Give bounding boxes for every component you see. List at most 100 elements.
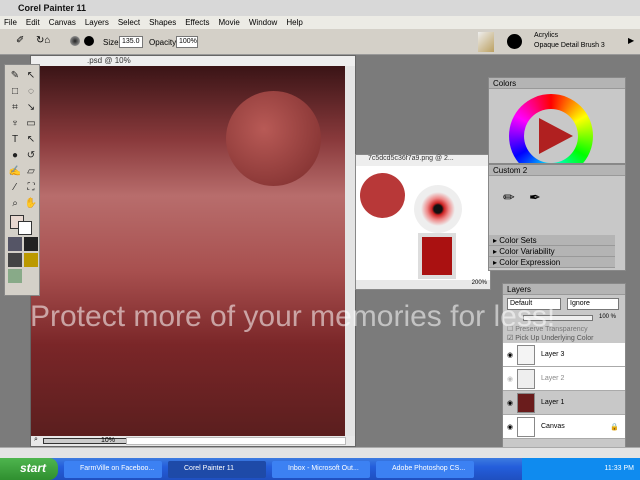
lock-icon: 🔒 xyxy=(610,423,619,431)
menu-movie[interactable]: Movie xyxy=(219,18,240,27)
brush-menu-arrow-icon[interactable]: ▶ xyxy=(628,36,634,45)
gradient-selector-icon[interactable] xyxy=(24,237,38,251)
custom-panel-title: Custom 2 xyxy=(489,165,625,176)
eyedropper-icon[interactable]: ⁄ xyxy=(8,181,22,195)
dodge-icon[interactable]: ● xyxy=(8,149,22,163)
layers-panel-title: Layers xyxy=(503,284,625,295)
menu-effects[interactable]: Effects xyxy=(185,18,209,27)
paper-selector-icon[interactable] xyxy=(8,237,22,251)
rect-select-icon[interactable]: □ xyxy=(8,85,22,99)
eraser-reset-icon[interactable]: ✐ xyxy=(16,35,24,46)
document-window: .psd @ 10% ⌕ 10% xyxy=(30,55,356,447)
task-photoshop[interactable]: Adobe Photoshop CS... xyxy=(376,460,474,478)
zoom-icon[interactable]: ⌕ xyxy=(34,436,38,444)
composite-depth-select[interactable]: Ignore xyxy=(567,298,619,310)
watermark: Protect more of your memories for less! xyxy=(30,300,556,333)
rect-shape-icon[interactable]: ▭ xyxy=(24,117,38,131)
property-bar: ✐ ↻⌂ Size: 135.0 Opacity: 100% Acrylics … xyxy=(0,29,640,55)
zoom-slider[interactable] xyxy=(43,438,129,444)
eye-icon[interactable]: ◉ xyxy=(503,399,517,407)
reference-status-bar: 200% xyxy=(356,280,490,289)
crop-icon[interactable]: ⌗ xyxy=(8,101,22,115)
layer-row[interactable]: ◉ Canvas 🔒 xyxy=(503,415,625,439)
grabber-icon[interactable]: ✋ xyxy=(24,197,38,211)
layer-row[interactable]: ◉ Layer 3 xyxy=(503,343,625,367)
menu-window[interactable]: Window xyxy=(249,18,277,27)
menu-edit[interactable]: Edit xyxy=(26,18,40,27)
title-bar: Corel Painter 11 xyxy=(0,0,640,16)
character-body-image xyxy=(418,233,456,279)
color-swatches[interactable] xyxy=(8,213,38,235)
menu-canvas[interactable]: Canvas xyxy=(49,18,76,27)
stroke-type-icon[interactable]: ↻⌂ xyxy=(36,35,50,46)
app-title: Corel Painter 11 xyxy=(18,3,87,13)
task-inbox[interactable]: Inbox - Microsoft Out... xyxy=(272,460,370,478)
section-color-expression[interactable]: ▸ Color Expression xyxy=(489,257,615,268)
toolbox: ✎ ↖ □ ◌ ⌗ ↘ ♆ ▭ T ↖ ● ↺ ✍ ▱ ⁄ ⛶ ⌕ ✋ xyxy=(4,64,40,296)
workspace-scrollbar[interactable] xyxy=(0,447,640,458)
painting-canvas[interactable] xyxy=(31,66,347,438)
red-moon-image xyxy=(360,173,405,218)
dropper-icon[interactable]: ✍ xyxy=(8,165,22,179)
custom-palette-panel: Custom 2 ✏ ✒ ▸ Color Sets ▸ Color Variab… xyxy=(488,164,626,271)
size-input[interactable]: 135.0 xyxy=(119,36,143,48)
vertical-scrollbar[interactable] xyxy=(345,66,355,438)
nozzle-selector-icon[interactable] xyxy=(24,253,38,267)
opacity-input[interactable]: 100% xyxy=(176,36,198,48)
zoom-value: 10% xyxy=(101,437,116,444)
paint-bucket-icon[interactable]: ⛶ xyxy=(24,181,38,195)
layer-row-selected[interactable]: ◉ Layer 1 xyxy=(503,391,625,415)
menu-layers[interactable]: Layers xyxy=(85,18,109,27)
layer-row[interactable]: ◉ Layer 2 xyxy=(503,367,625,391)
text-tool-icon[interactable]: T xyxy=(8,133,22,147)
eye-icon[interactable]: ◉ xyxy=(503,351,517,359)
layer-adjuster-icon[interactable]: ↖ xyxy=(24,69,38,83)
taskbar: start FarmVille on Faceboo... Corel Pain… xyxy=(0,458,640,480)
menu-file[interactable]: File xyxy=(4,18,17,27)
clock: 11:33 PM xyxy=(604,465,634,472)
transform-icon[interactable]: ↘ xyxy=(24,101,38,115)
shape-select-icon[interactable]: ↖ xyxy=(24,133,38,147)
layer-list: ◉ Layer 3 ◉ Layer 2 ◉ Layer 1 ◉ Canvas 🔒 xyxy=(503,343,625,439)
pattern-selector-icon[interactable] xyxy=(8,253,22,267)
lasso-icon[interactable]: ◌ xyxy=(24,85,38,99)
rotate-icon[interactable]: ↺ xyxy=(24,149,38,163)
section-color-sets[interactable]: ▸ Color Sets xyxy=(489,235,615,246)
brush-tool-icon[interactable]: ✎ xyxy=(8,69,22,83)
start-button[interactable]: start xyxy=(0,458,58,480)
menu-help[interactable]: Help xyxy=(286,18,302,27)
eraser-icon[interactable]: ▱ xyxy=(24,165,38,179)
eye-icon[interactable]: ◉ xyxy=(503,375,517,383)
hard-dab-icon[interactable] xyxy=(84,36,94,46)
pick-up-color-checkbox[interactable]: ☑ Pick Up Underlying Color xyxy=(507,334,593,342)
task-corel-painter[interactable]: Corel Painter 11 xyxy=(168,460,266,478)
magnifier-icon[interactable]: ⌕ xyxy=(8,197,22,211)
task-farmville[interactable]: FarmVille on Faceboo... xyxy=(64,460,162,478)
menu-shapes[interactable]: Shapes xyxy=(149,18,176,27)
document-status-bar: ⌕ 10% xyxy=(31,436,355,446)
horizontal-scrollbar[interactable] xyxy=(126,437,346,445)
brush-category[interactable]: Acrylics xyxy=(534,32,558,39)
eye-icon[interactable]: ◉ xyxy=(503,423,517,431)
soft-dab-icon[interactable] xyxy=(70,36,80,46)
reference-image-window: 7c5dcd5c36f7a9.png @ 2... 200% xyxy=(355,154,491,290)
menu-select[interactable]: Select xyxy=(118,18,140,27)
colors-panel-title: Colors xyxy=(489,78,625,89)
section-color-variability[interactable]: ▸ Color Variability xyxy=(489,246,615,257)
saturation-triangle[interactable] xyxy=(539,118,573,154)
menu-bar: File Edit Canvas Layers Select Shapes Ef… xyxy=(0,16,640,29)
document-title: .psd @ 10% xyxy=(31,56,355,66)
brush-variant[interactable]: Opaque Detail Brush 3 xyxy=(534,42,605,49)
brush-preset-1-icon[interactable]: ✏ xyxy=(503,189,515,206)
moon-painting xyxy=(226,91,321,186)
reference-image-title: 7c5dcd5c36f7a9.png @ 2... xyxy=(356,155,490,166)
system-tray: 11:33 PM xyxy=(522,458,640,480)
look-selector-icon[interactable] xyxy=(8,269,22,283)
eyeball-character-image xyxy=(414,185,462,233)
opacity-label: Opacity: xyxy=(149,38,179,47)
pen-icon[interactable]: ♆ xyxy=(8,117,22,131)
brush-category-icon[interactable] xyxy=(478,32,494,52)
brush-dab-icon[interactable] xyxy=(507,34,522,49)
brush-preset-2-icon[interactable]: ✒ xyxy=(529,189,541,206)
colors-panel: Colors xyxy=(488,77,626,164)
